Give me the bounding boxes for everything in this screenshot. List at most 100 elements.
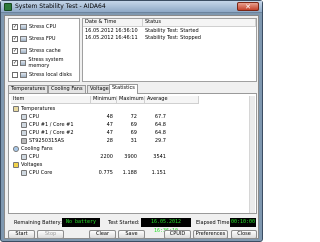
stat-row[interactable]: CPU 2200 3900 3541 <box>11 153 199 161</box>
elapsed-time-value: 00:10:00 <box>230 218 256 227</box>
stat-item: ST9250315AS <box>29 138 65 144</box>
preferences-button[interactable]: Preferences <box>193 230 228 239</box>
stress-cache-checkbox[interactable]: ✓ <box>12 48 18 54</box>
statistics-scrollbar[interactable] <box>249 96 255 213</box>
stat-min: 47 <box>106 122 113 128</box>
group-temperatures[interactable]: Temperatures <box>11 105 199 113</box>
save-button[interactable]: Save <box>118 230 145 239</box>
voltage-icon <box>13 162 19 168</box>
stat-avg: 67.7 <box>154 114 166 120</box>
stress-options-panel: ✓ Stress CPU ✓ Stress FPU ✓ Stress cache… <box>8 18 80 82</box>
cpu-core-icon <box>21 170 27 176</box>
client-area: ✓ Stress CPU ✓ Stress FPU ✓ Stress cache… <box>4 15 259 239</box>
group-label: Cooling Fans <box>21 146 53 152</box>
window-title: System Stability Test - AIDA64 <box>15 3 106 10</box>
app-window: System Stability Test - AIDA64 ✕ ✓ Stres… <box>0 0 263 242</box>
cpu-icon <box>21 154 27 160</box>
log-row-datetime: 16.05.2012 16:46:11 <box>85 35 138 41</box>
group-voltages[interactable]: Voltages <box>11 161 199 169</box>
stat-row[interactable]: CPU #1 / Core #2 47 69 64.8 <box>11 129 199 137</box>
stat-avg: 64.8 <box>154 130 166 136</box>
stress-disks-checkbox[interactable] <box>12 72 18 78</box>
stat-min: 0.775 <box>98 170 113 176</box>
disk-icon <box>20 72 27 78</box>
fpu-icon <box>20 36 27 42</box>
cpu-icon <box>21 114 27 120</box>
stress-cache-label: Stress cache <box>29 48 61 54</box>
remaining-battery-label: Remaining Battery: <box>14 220 62 226</box>
stress-cache-option[interactable]: ✓ Stress cache <box>12 47 61 55</box>
stat-max: 69 <box>130 122 137 128</box>
column-header-datetime[interactable]: Date & Time <box>83 19 143 27</box>
stress-fpu-checkbox[interactable]: ✓ <box>12 36 18 42</box>
stat-min: 47 <box>106 130 113 136</box>
close-button[interactable]: Close <box>231 230 257 239</box>
stat-item: CPU #1 / Core #1 <box>29 122 74 128</box>
stat-max: 1.188 <box>122 170 137 176</box>
stat-avg: 3541 <box>153 154 166 160</box>
stress-cpu-label: Stress CPU <box>29 24 57 30</box>
tab-cooling-fans[interactable]: Cooling Fans <box>48 85 86 93</box>
column-header-maximum[interactable]: Maximum <box>117 96 145 104</box>
column-header-minimum[interactable]: Minimum <box>91 96 117 104</box>
log-row-status: Stability Test: Started <box>145 28 199 34</box>
status-log-table[interactable]: Date & Time Status 16.05.2012 16:36:10 S… <box>82 18 257 82</box>
stress-fpu-label: Stress FPU <box>29 36 56 42</box>
stat-max: 72 <box>130 114 137 120</box>
fan-icon <box>13 146 19 152</box>
stop-button[interactable]: Stop <box>37 230 64 239</box>
status-bar: Remaining Battery: No battery Test Start… <box>8 218 257 234</box>
stat-item: CPU Core <box>29 170 53 176</box>
window-close-button[interactable]: ✕ <box>237 2 259 11</box>
thermometer-icon <box>13 106 19 112</box>
cpu-icon <box>20 24 27 30</box>
stat-item: CPU <box>29 154 40 160</box>
group-label: Temperatures <box>21 106 56 112</box>
stat-item: CPU #1 / Core #2 <box>29 130 74 136</box>
stress-fpu-option[interactable]: ✓ Stress FPU <box>12 35 56 43</box>
clear-button[interactable]: Clear <box>89 230 116 239</box>
memory-icon <box>20 60 27 66</box>
cpuid-button[interactable]: CPUID <box>164 230 191 239</box>
log-row-datetime: 16.05.2012 16:36:10 <box>85 28 138 34</box>
stress-memory-option[interactable]: ✓ Stress system memory <box>12 57 79 69</box>
tab-statistics[interactable]: Statistics <box>109 84 138 94</box>
stat-item: CPU <box>29 114 40 120</box>
statistics-panel: Item Minimum Maximum Average Temperature… <box>8 93 257 214</box>
stress-disks-option[interactable]: Stress local disks <box>12 71 72 79</box>
stat-row[interactable]: CPU #1 / Core #1 47 69 64.8 <box>11 121 199 129</box>
column-header-item[interactable]: Item <box>11 96 91 104</box>
stat-avg: 29.7 <box>154 138 166 144</box>
stress-memory-label: Stress system memory <box>28 57 64 69</box>
stress-cpu-checkbox[interactable]: ✓ <box>12 24 18 30</box>
stat-min: 2200 <box>100 154 113 160</box>
group-label: Voltages <box>21 162 43 168</box>
column-header-status[interactable]: Status <box>143 19 256 27</box>
stress-memory-checkbox[interactable]: ✓ <box>12 60 18 66</box>
cpu-core-icon <box>21 122 27 128</box>
group-cooling-fans[interactable]: Cooling Fans <box>11 145 199 153</box>
elapsed-time-label: Elapsed Time: <box>196 220 232 226</box>
stat-avg: 64.8 <box>154 122 166 128</box>
log-row-status: Stability Test: Stopped <box>145 35 201 41</box>
cpu-core-icon <box>21 130 27 136</box>
stat-max: 31 <box>130 138 137 144</box>
cache-icon <box>20 48 27 54</box>
stat-min: 28 <box>106 138 113 144</box>
column-header-average[interactable]: Average <box>145 96 199 104</box>
stat-min: 48 <box>106 114 113 120</box>
hard-disk-icon <box>21 138 27 144</box>
stat-max: 3900 <box>124 154 137 160</box>
stress-cpu-option[interactable]: ✓ Stress CPU <box>12 23 56 31</box>
test-started-value: 16.05.2012 16:36:10 <box>141 218 191 234</box>
stat-row[interactable]: CPU 48 72 67.7 <box>11 113 199 121</box>
test-started-label: Test Started: <box>108 220 140 226</box>
remaining-battery-value: No battery <box>62 218 100 227</box>
tab-temperatures[interactable]: Temperatures <box>8 85 49 93</box>
stat-max: 69 <box>130 130 137 136</box>
start-button[interactable]: Start <box>8 230 35 239</box>
title-bar[interactable]: System Stability Test - AIDA64 ✕ <box>1 1 262 13</box>
stress-disks-label: Stress local disks <box>29 72 72 78</box>
stat-row[interactable]: ST9250315AS 28 31 29.7 <box>11 137 199 145</box>
stat-row[interactable]: CPU Core 0.775 1.188 1.151 <box>11 169 199 177</box>
